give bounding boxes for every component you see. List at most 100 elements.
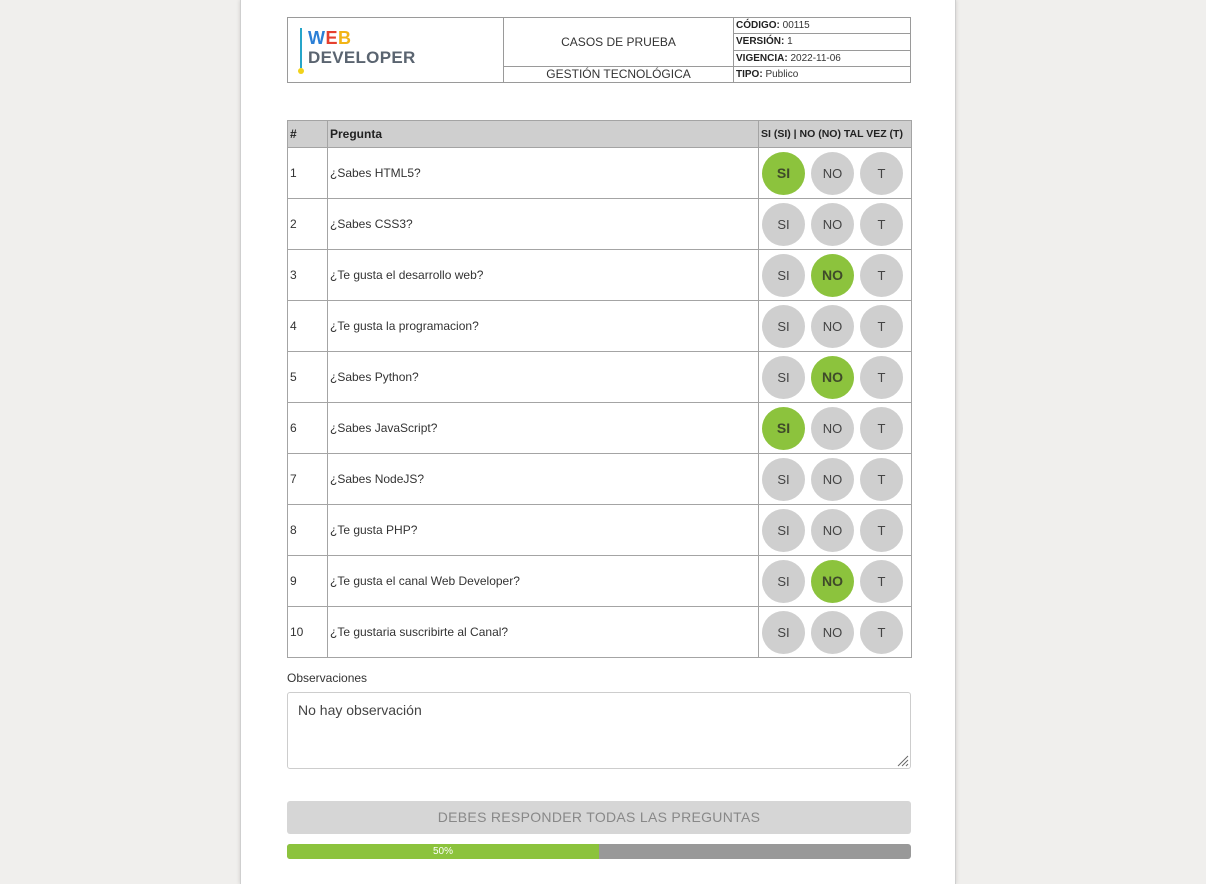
web-developer-logo: WEB DEVELOPER	[298, 28, 430, 74]
answer-option-t[interactable]: T	[860, 559, 903, 603]
answer-option-t[interactable]: T	[860, 406, 903, 450]
answer-option-t[interactable]: T	[860, 457, 903, 501]
logo-letter: B	[338, 28, 352, 48]
observations-label: Observaciones	[287, 671, 368, 685]
answer-option-si[interactable]: SI	[762, 610, 805, 654]
question-number: 6	[287, 402, 328, 454]
answer-option-t[interactable]: T	[860, 304, 903, 348]
answer-option-no[interactable]: NO	[811, 610, 854, 654]
question-text: ¿Te gusta PHP?	[327, 504, 759, 556]
table-row: 4 ¿Te gusta la programacion? SI NO T	[287, 300, 912, 352]
question-number: 10	[287, 606, 328, 658]
logo-text-developer: DEVELOPER	[308, 48, 416, 67]
meta-code: CÓDIGO: 00115	[733, 16, 911, 35]
table-row: 3 ¿Te gusta el desarrollo web? SI NO T	[287, 249, 912, 301]
question-text: ¿Te gusta el desarrollo web?	[327, 249, 759, 301]
table-header-row: # Pregunta SI (SI) | NO (NO) TAL VEZ (T)	[287, 120, 912, 148]
question-number: 3	[287, 249, 328, 301]
table-row: 10 ¿Te gustaria suscribirte al Canal? SI NO…	[287, 606, 912, 658]
answer-options: SI NO T	[758, 555, 912, 607]
column-header-question: Pregunta	[327, 120, 759, 148]
table-row: 5 ¿Sabes Python? SI NO T	[287, 351, 912, 403]
answer-options: SI NO T	[758, 300, 912, 352]
table-row: 1 ¿Sabes HTML5? SI NO T	[287, 147, 912, 199]
answer-option-t[interactable]: T	[860, 610, 903, 654]
answer-option-t[interactable]: T	[860, 202, 903, 246]
observations-textarea[interactable]: No hay observación	[287, 692, 911, 769]
table-row: 8 ¿Te gusta PHP? SI NO T	[287, 504, 912, 556]
meta-type: TIPO: Publico	[733, 65, 911, 84]
table-row: 6 ¿Sabes JavaScript? SI NO T	[287, 402, 912, 454]
answer-option-si[interactable]: SI	[762, 406, 805, 450]
answer-option-no[interactable]: NO	[811, 508, 854, 552]
table-row: 9 ¿Te gusta el canal Web Developer? SI NO T	[287, 555, 912, 607]
answer-options: SI NO T	[758, 606, 912, 658]
question-number: 2	[287, 198, 328, 250]
form-content: WEB DEVELOPER CASOS DE PRUEBA CÓDIGO: 00…	[287, 16, 912, 859]
question-text: ¿Sabes NodeJS?	[327, 453, 759, 505]
answer-options: SI NO T	[758, 198, 912, 250]
answer-option-t[interactable]: T	[860, 151, 903, 195]
progress-bar: 50%	[287, 844, 911, 859]
submit-button[interactable]: DEBES RESPONDER TODAS LAS PREGUNTAS	[287, 801, 911, 834]
question-number: 9	[287, 555, 328, 607]
answer-option-t[interactable]: T	[860, 253, 903, 297]
question-text: ¿Te gusta la programacion?	[327, 300, 759, 352]
question-number: 7	[287, 453, 328, 505]
answer-option-si[interactable]: SI	[762, 559, 805, 603]
answer-option-si[interactable]: SI	[762, 457, 805, 501]
answer-option-si[interactable]: SI	[762, 253, 805, 297]
logo-letter: W	[308, 28, 326, 48]
questions-table: # Pregunta SI (SI) | NO (NO) TAL VEZ (T)…	[287, 120, 912, 658]
document-header: WEB DEVELOPER CASOS DE PRUEBA CÓDIGO: 00…	[287, 16, 911, 84]
answer-option-si[interactable]: SI	[762, 202, 805, 246]
logo-bar	[300, 28, 302, 68]
question-text: ¿Sabes HTML5?	[327, 147, 759, 199]
answer-option-no[interactable]: NO	[811, 202, 854, 246]
answer-options: SI NO T	[758, 402, 912, 454]
question-text: ¿Te gustaria suscribirte al Canal?	[327, 606, 759, 658]
document-title: CASOS DE PRUEBA	[503, 17, 734, 67]
answer-option-no[interactable]: NO	[811, 559, 854, 603]
question-text: ¿Sabes JavaScript?	[327, 402, 759, 454]
question-text: ¿Te gusta el canal Web Developer?	[327, 555, 759, 607]
answer-option-no[interactable]: NO	[811, 151, 854, 195]
meta-version: VERSIÓN: 1	[733, 33, 911, 51]
answer-option-si[interactable]: SI	[762, 304, 805, 348]
resize-grip-icon[interactable]	[895, 753, 909, 767]
answer-option-no[interactable]: NO	[811, 304, 854, 348]
answer-option-si[interactable]: SI	[762, 355, 805, 399]
answer-option-t[interactable]: T	[860, 508, 903, 552]
answer-option-si[interactable]: SI	[762, 508, 805, 552]
answer-option-no[interactable]: NO	[811, 457, 854, 501]
table-row: 2 ¿Sabes CSS3? SI NO T	[287, 198, 912, 250]
answer-options: SI NO T	[758, 249, 912, 301]
table-row: 7 ¿Sabes NodeJS? SI NO T	[287, 453, 912, 505]
answer-option-no[interactable]: NO	[811, 355, 854, 399]
logo-text-web: WEB	[308, 28, 352, 48]
logo-cell: WEB DEVELOPER	[287, 17, 504, 83]
question-text: ¿Sabes Python?	[327, 351, 759, 403]
answer-option-t[interactable]: T	[860, 355, 903, 399]
answer-options: SI NO T	[758, 504, 912, 556]
answer-option-si[interactable]: SI	[762, 151, 805, 195]
logo-dot	[298, 68, 304, 74]
answer-option-no[interactable]: NO	[811, 253, 854, 297]
column-header-options: SI (SI) | NO (NO) TAL VEZ (T)	[758, 120, 912, 148]
question-number: 1	[287, 147, 328, 199]
answer-options: SI NO T	[758, 453, 912, 505]
document-sheet: WEB DEVELOPER CASOS DE PRUEBA CÓDIGO: 00…	[240, 0, 956, 884]
logo-letter: E	[325, 28, 339, 48]
observations-text: No hay observación	[298, 702, 422, 718]
questions-body: 1 ¿Sabes HTML5? SI NO T 2 ¿Sabes CSS3? SI NO T 3 ¿T…	[287, 147, 912, 658]
answer-options: SI NO T	[758, 147, 912, 199]
column-header-number: #	[287, 120, 328, 148]
question-number: 8	[287, 504, 328, 556]
meta-validity: VIGENCIA: 2022-11-06	[733, 49, 911, 67]
question-text: ¿Sabes CSS3?	[327, 198, 759, 250]
progress-label: 50%	[432, 846, 453, 857]
answer-option-no[interactable]: NO	[811, 406, 854, 450]
answer-options: SI NO T	[758, 351, 912, 403]
document-subtitle: GESTIÓN TECNOLÓGICA	[503, 65, 734, 84]
question-number: 4	[287, 300, 328, 352]
